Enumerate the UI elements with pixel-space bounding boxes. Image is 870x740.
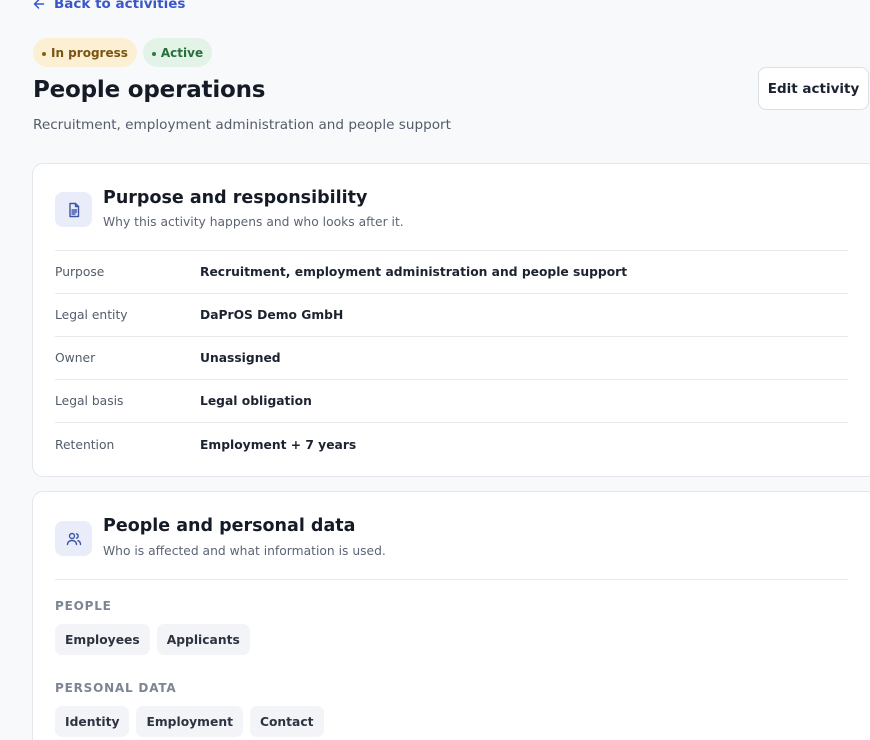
people-section-label: PEOPLE [55, 599, 112, 613]
row-label: Purpose [55, 265, 105, 279]
edit-activity-button[interactable]: Edit activity [758, 67, 869, 110]
status-dot [151, 51, 156, 56]
detail-row-retention: Retention Employment + 7 years [55, 423, 848, 466]
page-title: People operations [33, 77, 266, 103]
personal-data-section-label: PERSONAL DATA [55, 681, 177, 695]
row-label: Retention [55, 437, 115, 452]
status-badges: In progress Active [33, 38, 213, 67]
card-title: Purpose and responsibility [103, 188, 368, 208]
chip-employees: Employees [55, 624, 150, 655]
card-title: People and personal data [103, 516, 356, 536]
row-value: Employment + 7 years [200, 437, 357, 452]
status-dot [42, 51, 46, 56]
detail-row-owner: Owner Unassigned [55, 337, 848, 380]
chip-contact: Contact [249, 706, 324, 737]
users-icon [55, 521, 92, 556]
card-divider [55, 579, 848, 580]
status-badge-label: In progress [51, 45, 128, 60]
row-label: Legal entity [55, 308, 128, 322]
chip-applicants: Applicants [156, 624, 250, 655]
page-subtitle: Recruitment, employment administration a… [33, 117, 451, 133]
row-value: Legal obligation [200, 394, 312, 408]
status-badge-in-progress: In progress [33, 38, 137, 67]
detail-row-legal-entity: Legal entity DaPrOS Demo GmbH [55, 294, 848, 337]
people-personal-data-card: People and personal data Who is affected… [32, 491, 870, 740]
back-link-label: Back to activities [54, 0, 186, 12]
card-description: Why this activity happens and who looks … [103, 215, 404, 229]
detail-row-legal-basis: Legal basis Legal obligation [55, 380, 848, 423]
personal-data-chip-list: Identity Employment Contact [55, 706, 324, 737]
chip-employment: Employment [136, 706, 243, 737]
purpose-responsibility-card: Purpose and responsibility Why this acti… [32, 163, 870, 477]
row-value: Unassigned [200, 351, 281, 365]
card-description: Who is affected and what information is … [103, 544, 386, 558]
status-badge-active: Active [142, 38, 213, 67]
row-label: Owner [55, 351, 96, 365]
row-label: Legal basis [55, 394, 124, 408]
chip-identity: Identity [55, 706, 130, 737]
row-value: Recruitment, employment administration a… [200, 265, 628, 279]
back-to-activities-link[interactable]: Back to activities [33, 0, 185, 12]
row-value: DaPrOS Demo GmbH [200, 308, 344, 322]
detail-row-purpose: Purpose Recruitment, employment administ… [55, 251, 848, 294]
document-icon [55, 192, 92, 227]
people-chip-list: Employees Applicants [55, 624, 250, 655]
arrow-left-icon [33, 0, 45, 9]
status-badge-label: Active [160, 45, 204, 60]
